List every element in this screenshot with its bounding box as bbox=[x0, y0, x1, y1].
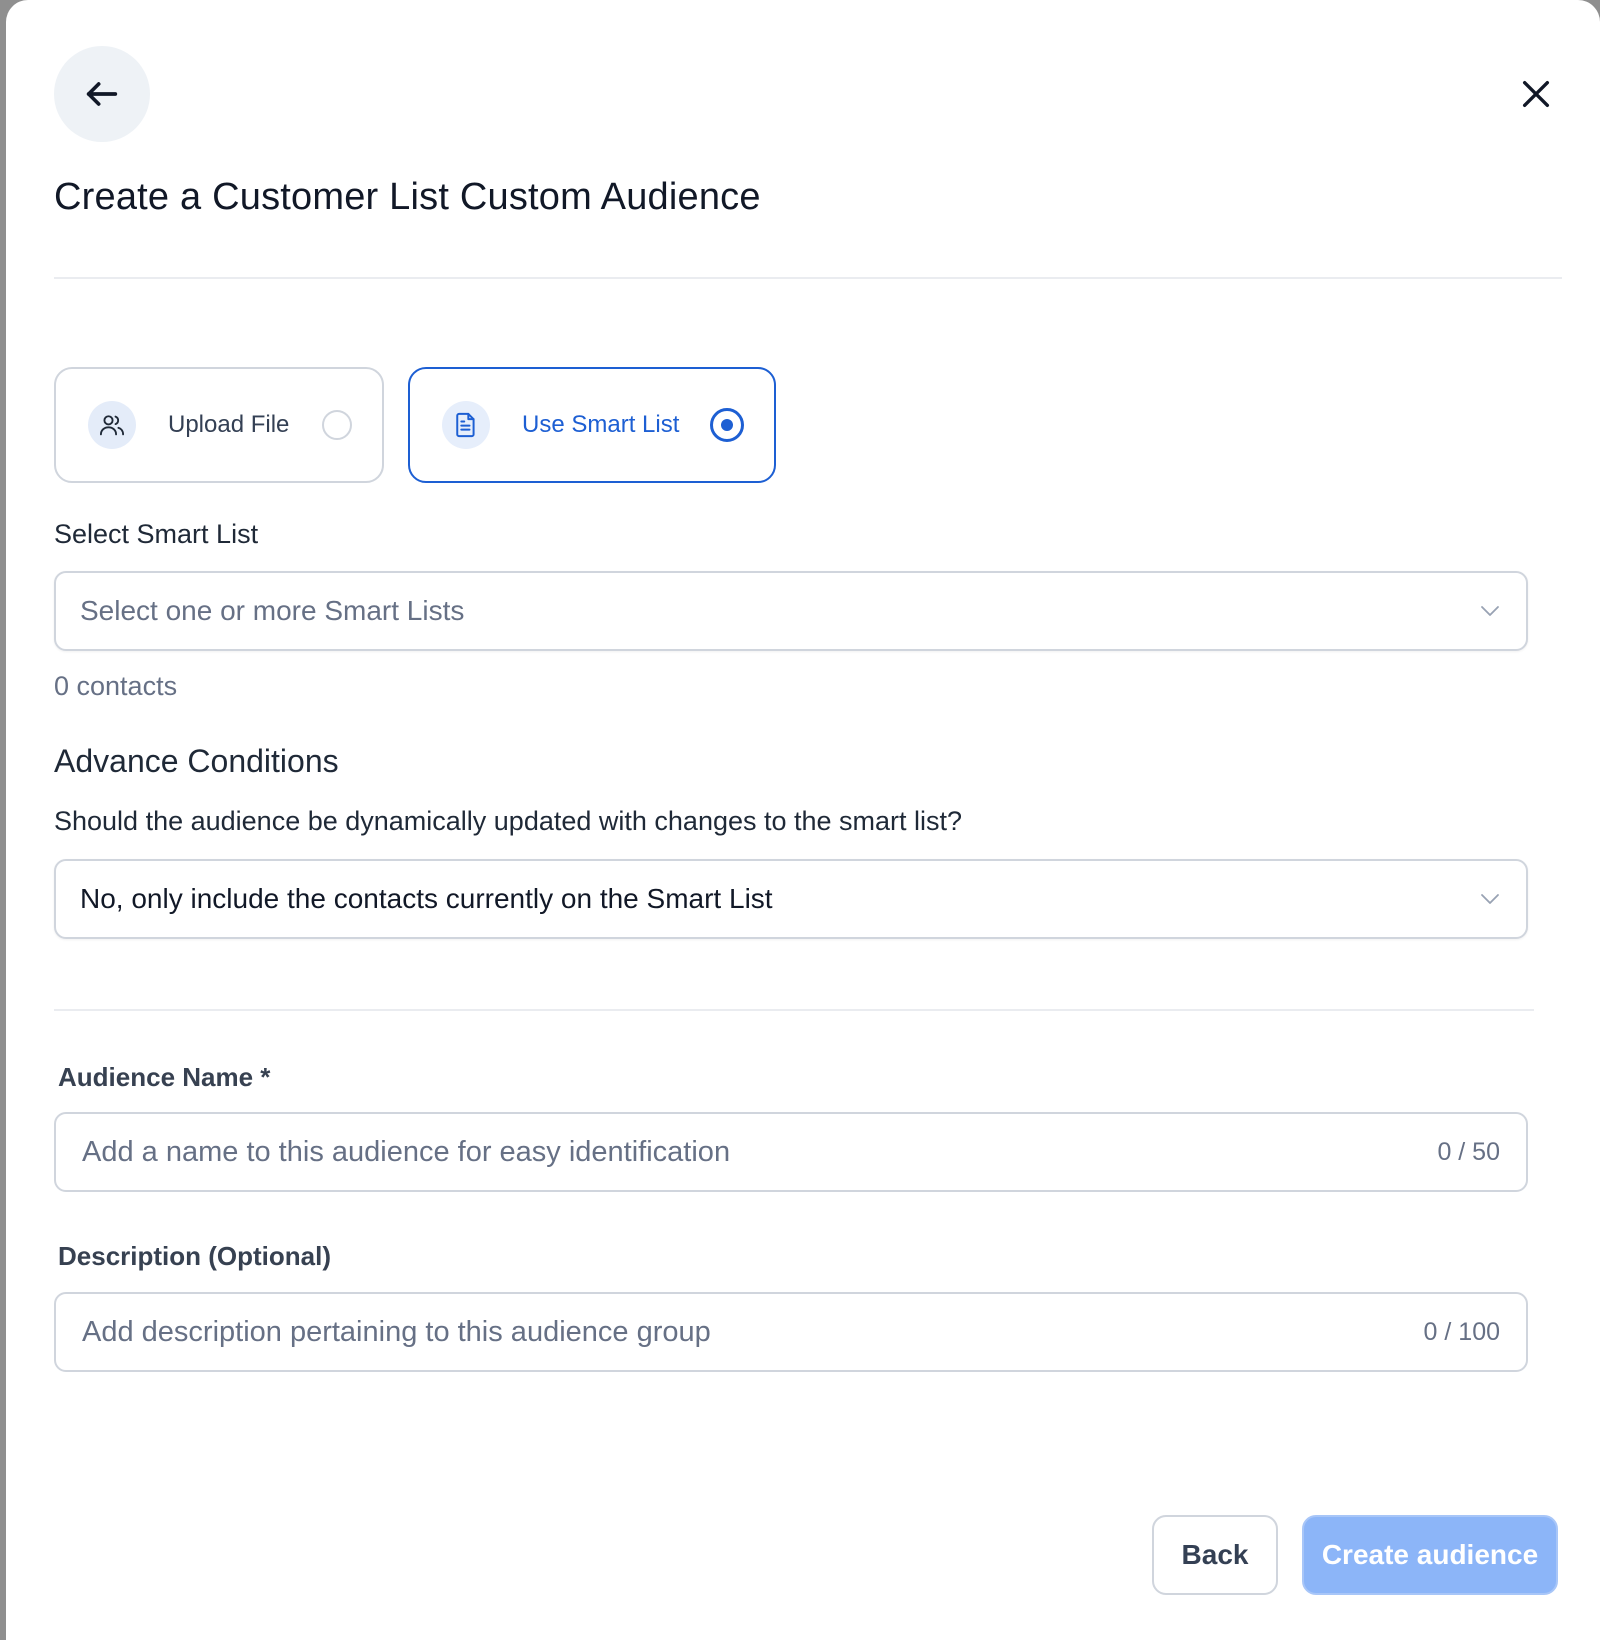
description-field[interactable]: 0 / 100 bbox=[54, 1292, 1528, 1372]
use-smart-list-label: Use Smart List bbox=[522, 411, 680, 438]
description-counter: 0 / 100 bbox=[1423, 1317, 1500, 1346]
create-audience-button[interactable]: Create audience bbox=[1302, 1515, 1558, 1595]
users-icon bbox=[88, 401, 136, 449]
create-audience-modal: Create a Customer List Custom Audience U… bbox=[6, 0, 1600, 1640]
dynamic-update-question: Should the audience be dynamically updat… bbox=[54, 806, 963, 836]
section-divider bbox=[54, 1009, 1534, 1011]
use-smart-list-option[interactable]: Use Smart List bbox=[408, 367, 776, 483]
description-label: Description (Optional) bbox=[58, 1241, 331, 1271]
header-divider bbox=[54, 277, 1562, 279]
arrow-left-icon bbox=[86, 82, 118, 106]
contacts-count: 0 contacts bbox=[54, 671, 178, 701]
modal-title: Create a Customer List Custom Audience bbox=[54, 176, 761, 218]
smart-list-select[interactable]: Select one or more Smart Lists bbox=[54, 571, 1528, 651]
close-icon bbox=[1522, 80, 1550, 108]
document-icon bbox=[442, 401, 490, 449]
back-button[interactable]: Back bbox=[1152, 1515, 1278, 1595]
dynamic-update-select[interactable]: No, only include the contacts currently … bbox=[54, 859, 1528, 939]
back-arrow-button[interactable] bbox=[54, 46, 150, 142]
close-button[interactable] bbox=[1512, 70, 1560, 118]
upload-file-label: Upload File bbox=[168, 411, 290, 438]
audience-name-input[interactable] bbox=[82, 1135, 1422, 1169]
audience-name-label: Audience Name * bbox=[58, 1062, 271, 1092]
upload-file-radio[interactable] bbox=[322, 410, 352, 440]
chevron-down-icon bbox=[1481, 894, 1499, 904]
upload-file-option[interactable]: Upload File bbox=[54, 367, 384, 483]
chevron-down-icon bbox=[1481, 606, 1499, 616]
audience-name-field[interactable]: 0 / 50 bbox=[54, 1112, 1528, 1192]
description-input[interactable] bbox=[82, 1315, 1408, 1349]
audience-name-counter: 0 / 50 bbox=[1437, 1137, 1500, 1166]
select-smart-list-label: Select Smart List bbox=[54, 519, 259, 549]
smart-list-placeholder: Select one or more Smart Lists bbox=[80, 595, 465, 626]
dynamic-update-value: No, only include the contacts currently … bbox=[80, 883, 773, 914]
advance-conditions-title: Advance Conditions bbox=[54, 743, 339, 779]
use-smart-list-radio[interactable] bbox=[710, 408, 744, 442]
